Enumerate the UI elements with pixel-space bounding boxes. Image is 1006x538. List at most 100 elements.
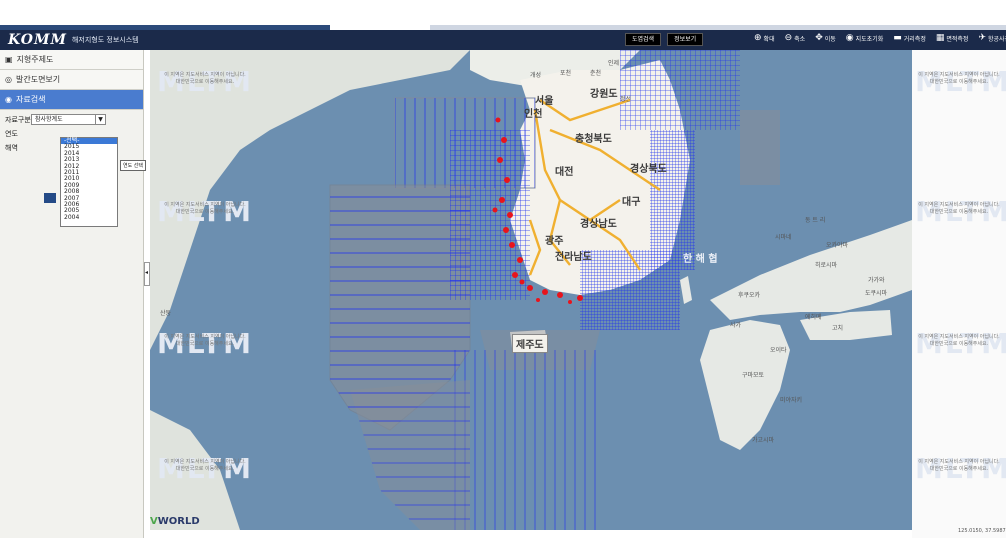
notice-line: 이 지역은 지도서비스 지역이 아닙니다.	[918, 202, 1000, 208]
notice-line: 이 지역은 지도서비스 지역이 아닙니다.	[918, 459, 1000, 465]
map-label: 한 해 협	[683, 254, 718, 265]
sidebar: ▣ 지형주제도 ◎ 발간도면보기 ◉ 자료검색 자료구분 참사항계도 ▼ 연도 해역	[0, 50, 144, 538]
logo[interactable]: KOMM 해저지형도 정보시스템	[8, 32, 139, 48]
no-service-notice: MLTM 이 지역은 지도서비스 지역이 아닙니다. 대한민국으로 이동해주세요.	[915, 455, 1006, 483]
map-label: 개성	[530, 72, 542, 79]
survey-area-south-lines	[450, 350, 600, 530]
tool-reset[interactable]: ◉ 지도초기화	[846, 33, 883, 43]
book-icon: ◎	[5, 75, 12, 84]
map-label: 대구	[622, 197, 641, 208]
aerial-icon: ✈	[978, 33, 987, 43]
notice-line: 이 지역은 지도서비스 지역이 아닙니다.	[164, 202, 246, 208]
map-label: 산둥	[160, 310, 172, 317]
no-service-notice: MLTM 이 지역은 지도서비스 지역이 아닙니다. 대한민국으로 이동해주세요.	[150, 198, 260, 226]
vworld-logo[interactable]: VWORLD	[150, 516, 200, 527]
app-title: 해저지형도 정보시스템	[71, 36, 139, 44]
map-label: 가고시마	[752, 437, 775, 444]
map-label: 광주	[545, 236, 564, 247]
map-label: 포천	[560, 70, 572, 77]
zoom-in-icon: ⊕	[754, 33, 762, 43]
map-label: 인천	[524, 109, 543, 120]
map-label: 강원도	[590, 89, 618, 100]
sidebar-item-2[interactable]: ◉ 자료검색	[0, 90, 143, 110]
type-select[interactable]: 참사항계도 ▼	[31, 114, 106, 125]
tool-label: 항공사진	[988, 35, 1006, 43]
sidebar-item-label: 자료검색	[15, 95, 46, 104]
logo-mark: KOMM	[8, 32, 67, 48]
survey-area-south	[580, 250, 680, 330]
type-label: 자료구분	[5, 115, 31, 124]
tool-label: 지도초기화	[855, 35, 884, 43]
survey-area-northeast	[620, 50, 740, 130]
year-option[interactable]: 2004	[61, 214, 117, 221]
map-svg	[150, 50, 912, 530]
tool-zoom-out[interactable]: ⊖ 축소	[785, 33, 806, 43]
header-buttons: 도엽검색 정보보기	[625, 33, 704, 46]
map-label: 오카야마	[826, 242, 849, 249]
tool-area[interactable]: ▦ 면적측정	[936, 33, 969, 43]
notice-line: 이 지역은 지도서비스 지역이 아닙니다.	[918, 334, 1000, 340]
notice-line: 이 지역은 지도서비스 지역이 아닙니다.	[918, 72, 1000, 78]
notice-line: 이 지역은 지도서비스 지역이 아닙니다.	[164, 334, 246, 340]
zoom-out-icon: ⊖	[784, 33, 793, 43]
area-label: 해역	[5, 144, 18, 152]
search-button[interactable]	[44, 193, 56, 203]
sidebar-item-0[interactable]: ▣ 지형주제도	[0, 50, 143, 70]
map-label: 히로시마	[815, 262, 838, 269]
survey-area-ne-box	[740, 110, 780, 185]
type-select-value: 참사항계도	[35, 116, 63, 123]
map-label: 후쿠오카	[738, 292, 761, 299]
map-label: 미야자키	[780, 397, 803, 404]
top-strip	[0, 0, 1006, 30]
map-label: 동 트 리	[805, 217, 826, 224]
survey-area-east	[650, 130, 695, 270]
map-label: 정선	[620, 96, 632, 103]
map-label: 도쿠시마	[865, 290, 888, 297]
tool-label: 이동	[824, 35, 836, 43]
distance-icon: ▬	[893, 33, 902, 43]
map-label: 오이타	[770, 347, 787, 354]
no-service-notice: MLTM 이 지역은 지도서비스 지역이 아닙니다. 대한민국으로 이동해주세요.	[915, 68, 1006, 96]
tool-zoom-in[interactable]: ⊕ 확대	[754, 33, 775, 43]
info-view-button[interactable]: 정보보기	[667, 33, 704, 46]
map-label: 충청북도	[575, 134, 612, 145]
map-label: 대전	[555, 167, 574, 178]
sidebar-item-label: 발간도면보기	[15, 75, 61, 84]
map-label: 가가와	[868, 277, 885, 284]
reset-icon: ◉	[845, 33, 854, 43]
tool-pan[interactable]: ✥ 이동	[815, 33, 836, 43]
no-service-notice: MLTM 이 지역은 지도서비스 지역이 아닙니다. 대한민국으로 이동해주세요.	[150, 68, 260, 96]
notice-line: 이 지역은 지도서비스 지역이 아닙니다.	[164, 72, 246, 78]
map-label: 고치	[832, 325, 844, 332]
tool-distance[interactable]: ▬ 거리측정	[893, 33, 926, 43]
survey-area-center	[450, 130, 530, 300]
map-label: 경상북도	[630, 164, 667, 175]
tool-label: 거리측정	[903, 35, 926, 43]
map-toolbar: ⊕확대 ⊖축소 ✥이동 ◉지도초기화 ▬거리측정 ▦면적측정 ✈항공사진	[754, 33, 1006, 43]
map-label: 제주도	[512, 334, 548, 353]
year-label: 연도	[5, 130, 18, 138]
type-row: 자료구분 참사항계도 ▼	[5, 114, 143, 125]
no-service-notice: MLTM 이 지역은 지도서비스 지역이 아닙니다. 대한민국으로 이동해주세요.	[150, 330, 260, 358]
tooltip: 연도 선택	[120, 160, 146, 171]
chevron-down-icon[interactable]: ▼	[95, 115, 105, 124]
map-label: 인제	[608, 60, 620, 67]
notice-line: 이 지역은 지도서비스 지역이 아닙니다.	[164, 459, 246, 465]
map-label: 경상남도	[580, 219, 617, 230]
app-header: KOMM 해저지형도 정보시스템 도엽검색 정보보기 ⊕ 확대 ⊖ 축소 ✥ 이동 ◉ 지도초…	[0, 30, 1006, 50]
map-canvas[interactable]: 개성 포천 춘천 인제 서울 강원도 인천 정선 충청북도 대전 경상북도 대구 광주 경상남도 전라남도 제…	[150, 50, 912, 530]
map-label: 시마네	[775, 234, 792, 241]
sidebar-item-label: 지형주제도	[16, 55, 54, 64]
tool-aerial[interactable]: ✈항공사진	[978, 33, 1006, 43]
tool-label: 축소	[794, 35, 806, 43]
no-service-notice: MLTM 이 지역은 지도서비스 지역이 아닙니다. 대한민국으로 이동해주세요.	[915, 330, 1006, 358]
sheet-search-button[interactable]: 도엽검색	[625, 33, 662, 46]
sidebar-item-1[interactable]: ◎ 발간도면보기	[0, 70, 143, 90]
coordinate-readout: 125.0150, 37.5987	[958, 528, 1006, 534]
year-dropdown-list[interactable]: -선택- 2015 2014 2013 2012 2011 2010 2009 2008 2007…	[60, 137, 118, 227]
map-label: 구마모토	[742, 372, 765, 379]
no-service-notice: MLTM 이 지역은 지도서비스 지역이 아닙니다. 대한민국으로 이동해주세요.	[150, 455, 260, 483]
search-icon: ◉	[5, 95, 12, 104]
pan-icon: ✥	[815, 33, 823, 43]
tool-label: 확대	[763, 35, 775, 43]
